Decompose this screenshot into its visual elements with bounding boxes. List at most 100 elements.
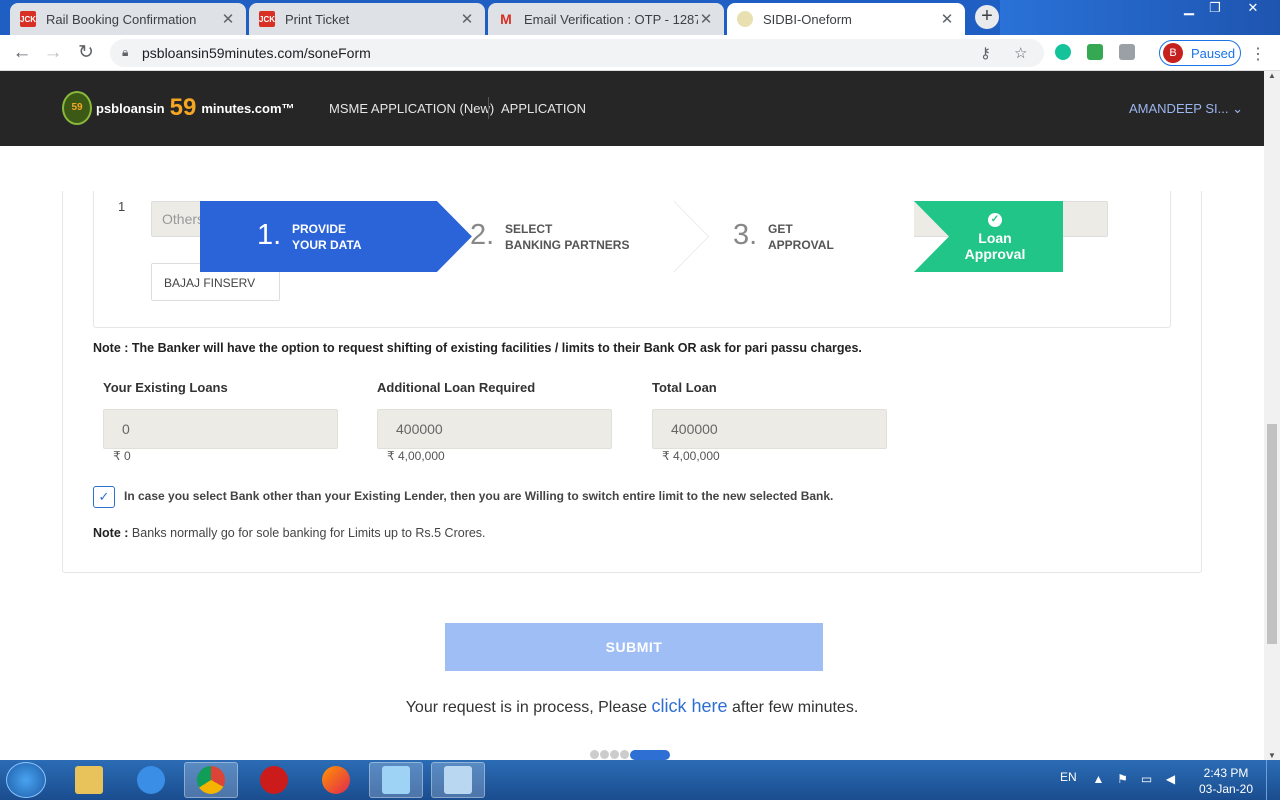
desktop-background xyxy=(1000,0,1280,35)
chrome-icon[interactable] xyxy=(184,762,238,798)
avatar: B xyxy=(1163,43,1183,63)
forward-button[interactable]: → xyxy=(41,41,65,65)
step-3-line2: APPROVAL xyxy=(768,238,834,252)
clock-date: 03-Jan-20 xyxy=(1198,782,1254,796)
tab-title: Email Verification : OTP - 128737 xyxy=(524,11,698,27)
volume-icon[interactable]: ◀ xyxy=(1164,773,1177,786)
address-bar[interactable]: 🔒︎ psbloansin59minutes.com/soneForm ⚷ ☆ xyxy=(110,39,1044,67)
internet-explorer-icon[interactable] xyxy=(124,762,178,798)
check-circle-icon: ✓ xyxy=(988,213,1002,227)
grammarly-extension-icon[interactable] xyxy=(1055,44,1071,60)
system-clock[interactable]: 2:43 PM 03-Jan-20 xyxy=(1196,765,1256,797)
page-viewport: 59 psbloansin 59 minutes.com™ MSME APPLI… xyxy=(0,71,1264,760)
tab-close-icon[interactable]: ✕ xyxy=(459,10,475,28)
scroll-up-icon[interactable]: ▲ xyxy=(1264,71,1280,80)
step-loan-approval: ✓ Loan Approval xyxy=(927,209,1063,262)
windows-taskbar: EN ▲ ⚑ ▭ ◀ 2:43 PM 03-Jan-20 xyxy=(0,760,1280,800)
total-loan-label: Total Loan xyxy=(652,380,717,395)
network-icon[interactable]: ▭ xyxy=(1140,773,1153,786)
scrollbar-thumb[interactable] xyxy=(1267,424,1277,644)
firefox-icon[interactable] xyxy=(309,762,363,798)
bookmark-star-icon[interactable]: ☆ xyxy=(1014,44,1027,62)
window-close-button[interactable]: ✕ xyxy=(1240,0,1266,18)
step-1-line1: PROVIDE xyxy=(292,222,347,236)
sole-banking-note: Note : Banks normally go for sole bankin… xyxy=(93,526,486,540)
step-2-label: SELECT BANKING PARTNERS xyxy=(505,221,629,253)
loading-indicator xyxy=(590,749,670,760)
flag-icon[interactable]: ⚑ xyxy=(1116,773,1129,786)
start-button[interactable] xyxy=(6,762,46,798)
process-text-after: after few minutes. xyxy=(731,699,859,716)
back-button[interactable]: ← xyxy=(10,41,34,65)
key-icon[interactable]: ⚷ xyxy=(980,44,991,62)
step-2-line2: BANKING PARTNERS xyxy=(505,238,630,252)
logo-text-psbloansin: psbloansin xyxy=(96,100,165,116)
notepad-icon[interactable] xyxy=(369,762,423,798)
step-3-number: 3. xyxy=(733,219,758,251)
switch-limit-label: In case you select Bank other than your … xyxy=(124,489,834,503)
user-name: AMANDEEP SI... xyxy=(1129,101,1229,116)
tab-title: Rail Booking Confirmation xyxy=(46,11,197,27)
tab-title: SIDBI-Oneform xyxy=(763,11,852,27)
step-3-label: GET APPROVAL xyxy=(768,221,834,253)
nav-divider xyxy=(488,97,489,119)
tray-expand-icon[interactable]: ▲ xyxy=(1092,773,1105,786)
profile-button[interactable]: B Paused xyxy=(1159,40,1241,66)
page-scrollbar[interactable]: ▲ ▼ xyxy=(1264,71,1280,760)
approval-line2: Approval xyxy=(964,246,1026,262)
tab-sidbi-oneform[interactable]: SIDBI-Oneform ✕ xyxy=(727,3,965,35)
click-here-link[interactable]: click here xyxy=(652,696,728,716)
existing-loans-label: Your Existing Loans xyxy=(103,380,228,395)
step-3-line1: GET xyxy=(768,222,793,236)
show-desktop-button[interactable] xyxy=(1266,760,1280,800)
total-loan-input[interactable]: 400000 xyxy=(652,409,887,449)
note-prefix: Note : xyxy=(93,526,129,540)
nav-application[interactable]: APPLICATION xyxy=(501,101,586,116)
tab-close-icon[interactable]: ✕ xyxy=(698,10,714,28)
additional-loan-input[interactable]: 400000 xyxy=(377,409,612,449)
shield-extension-icon[interactable] xyxy=(1087,44,1103,60)
reload-button[interactable]: ↻ xyxy=(74,41,98,65)
loading-bar xyxy=(630,749,670,760)
site-logo[interactable]: 59 psbloansin 59 minutes.com™ xyxy=(62,91,295,125)
minimize-button[interactable]: ▁ xyxy=(1176,0,1202,18)
maximize-button[interactable]: ❐ xyxy=(1202,0,1228,18)
language-indicator[interactable]: EN xyxy=(1060,770,1077,784)
banker-note: Note : The Banker will have the option t… xyxy=(93,341,862,355)
psb-favicon-icon xyxy=(737,11,753,27)
tab-close-icon[interactable]: ✕ xyxy=(939,10,955,28)
row-number: 1 xyxy=(118,199,126,214)
browser-tab-strip: JCK Rail Booking Confirmation ✕ JCK Prin… xyxy=(0,0,1280,35)
tab-rail-booking[interactable]: JCK Rail Booking Confirmation ✕ xyxy=(10,3,246,35)
extension-icon[interactable] xyxy=(1119,44,1135,60)
new-tab-button[interactable]: + xyxy=(975,5,999,29)
scroll-down-icon[interactable]: ▼ xyxy=(1264,751,1280,760)
tab-close-icon[interactable]: ✕ xyxy=(220,10,236,28)
file-explorer-icon[interactable] xyxy=(62,762,116,798)
additional-loan-formatted: ₹ 4,00,000 xyxy=(387,449,445,463)
chevron-down-icon: ⌄ xyxy=(1232,101,1243,116)
submit-button[interactable]: SUBMIT xyxy=(445,623,823,671)
logo-mark-icon: 59 xyxy=(62,91,92,125)
site-header: 59 psbloansin 59 minutes.com™ MSME APPLI… xyxy=(0,71,1264,146)
nav-msme-application[interactable]: MSME APPLICATION (New) xyxy=(329,101,494,116)
note-text: Banks normally go for sole banking for L… xyxy=(131,526,486,540)
user-menu[interactable]: AMANDEEP SI... ⌄ xyxy=(1129,101,1243,117)
profile-status: Paused xyxy=(1191,45,1236,61)
tab-email-verification[interactable]: M Email Verification : OTP - 128737 ✕ xyxy=(488,3,724,35)
browser-menu-icon[interactable]: ⋮ xyxy=(1250,44,1266,64)
tab-print-ticket[interactable]: JCK Print Ticket ✕ xyxy=(249,3,485,35)
existing-loans-formatted: ₹ 0 xyxy=(113,449,131,463)
existing-loans-input[interactable]: 0 xyxy=(103,409,338,449)
step-1-line2: YOUR DATA xyxy=(292,238,362,252)
additional-loan-label: Additional Loan Required xyxy=(377,380,536,395)
total-loan-formatted: ₹ 4,00,000 xyxy=(662,449,720,463)
calculator-icon[interactable] xyxy=(431,762,485,798)
clock-time: 2:43 PM xyxy=(1203,766,1249,780)
jck-favicon-icon: JCK xyxy=(259,11,275,27)
switch-limit-checkbox[interactable]: ✓ xyxy=(93,486,115,508)
logo-text-59: 59 xyxy=(169,94,197,121)
opera-icon[interactable] xyxy=(247,762,301,798)
lock-icon: 🔒︎ xyxy=(122,45,129,59)
jck-favicon-icon: JCK xyxy=(20,11,36,27)
